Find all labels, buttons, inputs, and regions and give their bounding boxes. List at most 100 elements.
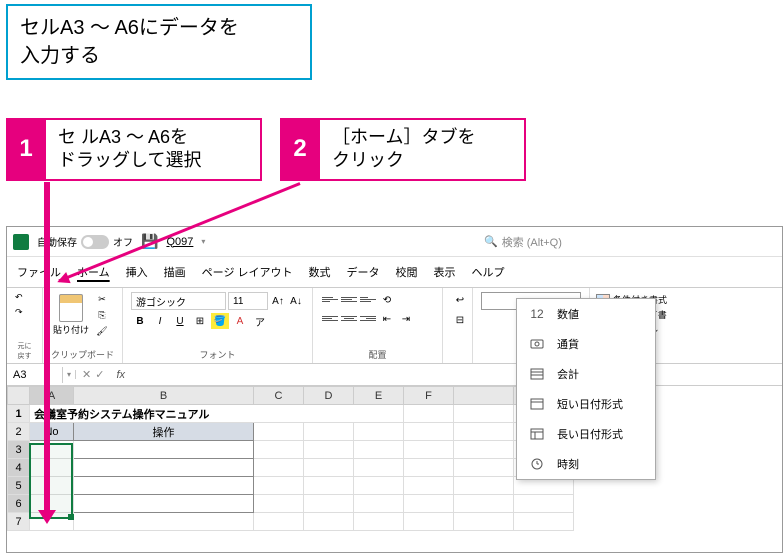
- step-1: 1 セ ルA3 ～ A6を ドラッグして選択: [6, 118, 262, 181]
- search-icon: 🔍: [484, 235, 498, 248]
- autosave-toggle[interactable]: 自動保存 オフ: [37, 234, 133, 249]
- tab-view[interactable]: 表示: [432, 261, 458, 283]
- cell-A3[interactable]: [30, 441, 74, 459]
- num-format-time[interactable]: 時刻: [517, 449, 655, 479]
- num-format-number-label: 数値: [557, 306, 579, 322]
- num-format-number[interactable]: 12 数値: [517, 299, 655, 329]
- paste-button[interactable]: 貼り付け: [51, 292, 91, 338]
- row-header-6[interactable]: 6: [8, 495, 30, 513]
- align-right-icon[interactable]: [359, 311, 377, 325]
- cell-C2[interactable]: [254, 423, 304, 441]
- col-header-A[interactable]: A: [30, 387, 74, 405]
- increase-font-icon[interactable]: A↑: [270, 293, 286, 309]
- fx-icon[interactable]: fx: [110, 369, 131, 381]
- align-center-icon[interactable]: [340, 311, 358, 325]
- cell-B6[interactable]: [74, 495, 254, 513]
- paste-label: 貼り付け: [53, 323, 89, 336]
- format-painter-icon[interactable]: 🖌: [95, 324, 109, 338]
- tab-formulas[interactable]: 数式: [307, 261, 333, 283]
- font-color-button[interactable]: A: [231, 313, 249, 329]
- ribbon: ↶ ↷ 元に戻す 貼り付け ✂ ⎘ 🖌 クリップボード: [7, 288, 782, 364]
- num-format-currency[interactable]: 通貨: [517, 329, 655, 359]
- cut-icon[interactable]: ✂: [95, 292, 109, 306]
- cell-B5[interactable]: [74, 477, 254, 495]
- align-bottom-icon[interactable]: [359, 292, 377, 306]
- toggle-icon[interactable]: [81, 235, 109, 249]
- font-name-select[interactable]: [131, 292, 226, 310]
- time-icon: [527, 455, 547, 473]
- tab-help[interactable]: ヘルプ: [470, 261, 507, 283]
- col-header-D[interactable]: D: [304, 387, 354, 405]
- step-1-text: セ ルA3 ～ A6を ドラッグして選択: [46, 118, 262, 181]
- group-undo-label: 元に戻す: [15, 341, 34, 361]
- row-header-2[interactable]: 2: [8, 423, 30, 441]
- row-header-1[interactable]: 1: [8, 405, 30, 423]
- align-middle-icon[interactable]: [340, 292, 358, 306]
- underline-button[interactable]: U: [171, 313, 189, 329]
- redo-icon[interactable]: ↷: [15, 307, 23, 318]
- border-button[interactable]: ⊞: [191, 313, 209, 329]
- long-date-icon: [527, 425, 547, 443]
- short-date-icon: [527, 395, 547, 413]
- group-undo: ↶ ↷ 元に戻す: [7, 288, 43, 363]
- num-format-accounting[interactable]: 会計: [517, 359, 655, 389]
- italic-button[interactable]: I: [151, 313, 169, 329]
- copy-icon[interactable]: ⎘: [95, 308, 109, 322]
- group-clipboard-label: クリップボード: [51, 348, 114, 361]
- search-box[interactable]: 🔍 検索 (Alt+Q): [476, 231, 656, 253]
- font-size-select[interactable]: [228, 292, 268, 310]
- fill-color-button[interactable]: 🪣: [211, 313, 229, 329]
- autosave-label: 自動保存: [37, 234, 77, 249]
- cell-B4[interactable]: [74, 459, 254, 477]
- num-format-short-date[interactable]: 短い日付形式: [517, 389, 655, 419]
- wrap-text-icon[interactable]: ↩: [451, 292, 469, 308]
- row-header-5[interactable]: 5: [8, 477, 30, 495]
- col-header-E[interactable]: E: [354, 387, 404, 405]
- cell-A2[interactable]: No: [30, 423, 74, 441]
- merge-icon[interactable]: ⊟: [451, 312, 469, 328]
- cell-A4[interactable]: [30, 459, 74, 477]
- cell-F1[interactable]: [404, 405, 454, 423]
- tab-review[interactable]: 校閲: [394, 261, 420, 283]
- align-top-icon[interactable]: [321, 292, 339, 306]
- align-left-icon[interactable]: [321, 311, 339, 325]
- row-header-3[interactable]: 3: [8, 441, 30, 459]
- num-format-long-date[interactable]: 長い日付形式: [517, 419, 655, 449]
- select-all-corner[interactable]: [8, 387, 30, 405]
- step-2: 2 ［ホーム］タブを クリック: [280, 118, 526, 181]
- decrease-font-icon[interactable]: A↓: [288, 293, 304, 309]
- name-box-arrow-icon[interactable]: ▾: [63, 370, 76, 379]
- name-box[interactable]: A3: [7, 367, 63, 383]
- cell-A5[interactable]: [30, 477, 74, 495]
- tab-pagelayout[interactable]: ページ レイアウト: [200, 261, 295, 283]
- spreadsheet-grid[interactable]: A B C D E F J 1 会議室予約システム操作マニュアル 2 No 操作: [7, 386, 782, 531]
- cancel-formula-icon[interactable]: ✕: [82, 368, 91, 381]
- tab-data[interactable]: データ: [345, 261, 382, 283]
- tab-insert[interactable]: 挿入: [124, 261, 150, 283]
- row-header-7[interactable]: 7: [8, 513, 30, 531]
- group-alignment: ⟲ ⇤ ⇥ 配置: [313, 288, 443, 363]
- row-header-4[interactable]: 4: [8, 459, 30, 477]
- group-wrap: ↩ ⊟: [443, 288, 473, 363]
- cell-A1[interactable]: 会議室予約システム操作マニュアル: [30, 405, 404, 423]
- annotation-intro: セルA3 ～ A6にデータを 入力する: [6, 4, 312, 80]
- orientation-icon[interactable]: ⟲: [378, 292, 396, 308]
- phonetic-button[interactable]: ア: [251, 313, 269, 329]
- bold-button[interactable]: B: [131, 313, 149, 329]
- cell-B2[interactable]: 操作: [74, 423, 254, 441]
- accounting-icon: [527, 365, 547, 383]
- enter-formula-icon[interactable]: ✓: [95, 368, 104, 381]
- step1-arrow: [44, 182, 50, 512]
- indent-increase-icon[interactable]: ⇥: [397, 311, 415, 327]
- col-header-F[interactable]: F: [404, 387, 454, 405]
- tab-draw[interactable]: 描画: [162, 261, 188, 283]
- col-header-C[interactable]: C: [254, 387, 304, 405]
- undo-icon[interactable]: ↶: [15, 292, 23, 303]
- step-2-number: 2: [280, 118, 320, 181]
- indent-decrease-icon[interactable]: ⇤: [378, 311, 396, 327]
- col-header-gap[interactable]: [454, 387, 514, 405]
- num-format-short-date-label: 短い日付形式: [557, 396, 623, 412]
- paste-icon: [59, 294, 83, 322]
- col-header-B[interactable]: B: [74, 387, 254, 405]
- cell-B3[interactable]: [74, 441, 254, 459]
